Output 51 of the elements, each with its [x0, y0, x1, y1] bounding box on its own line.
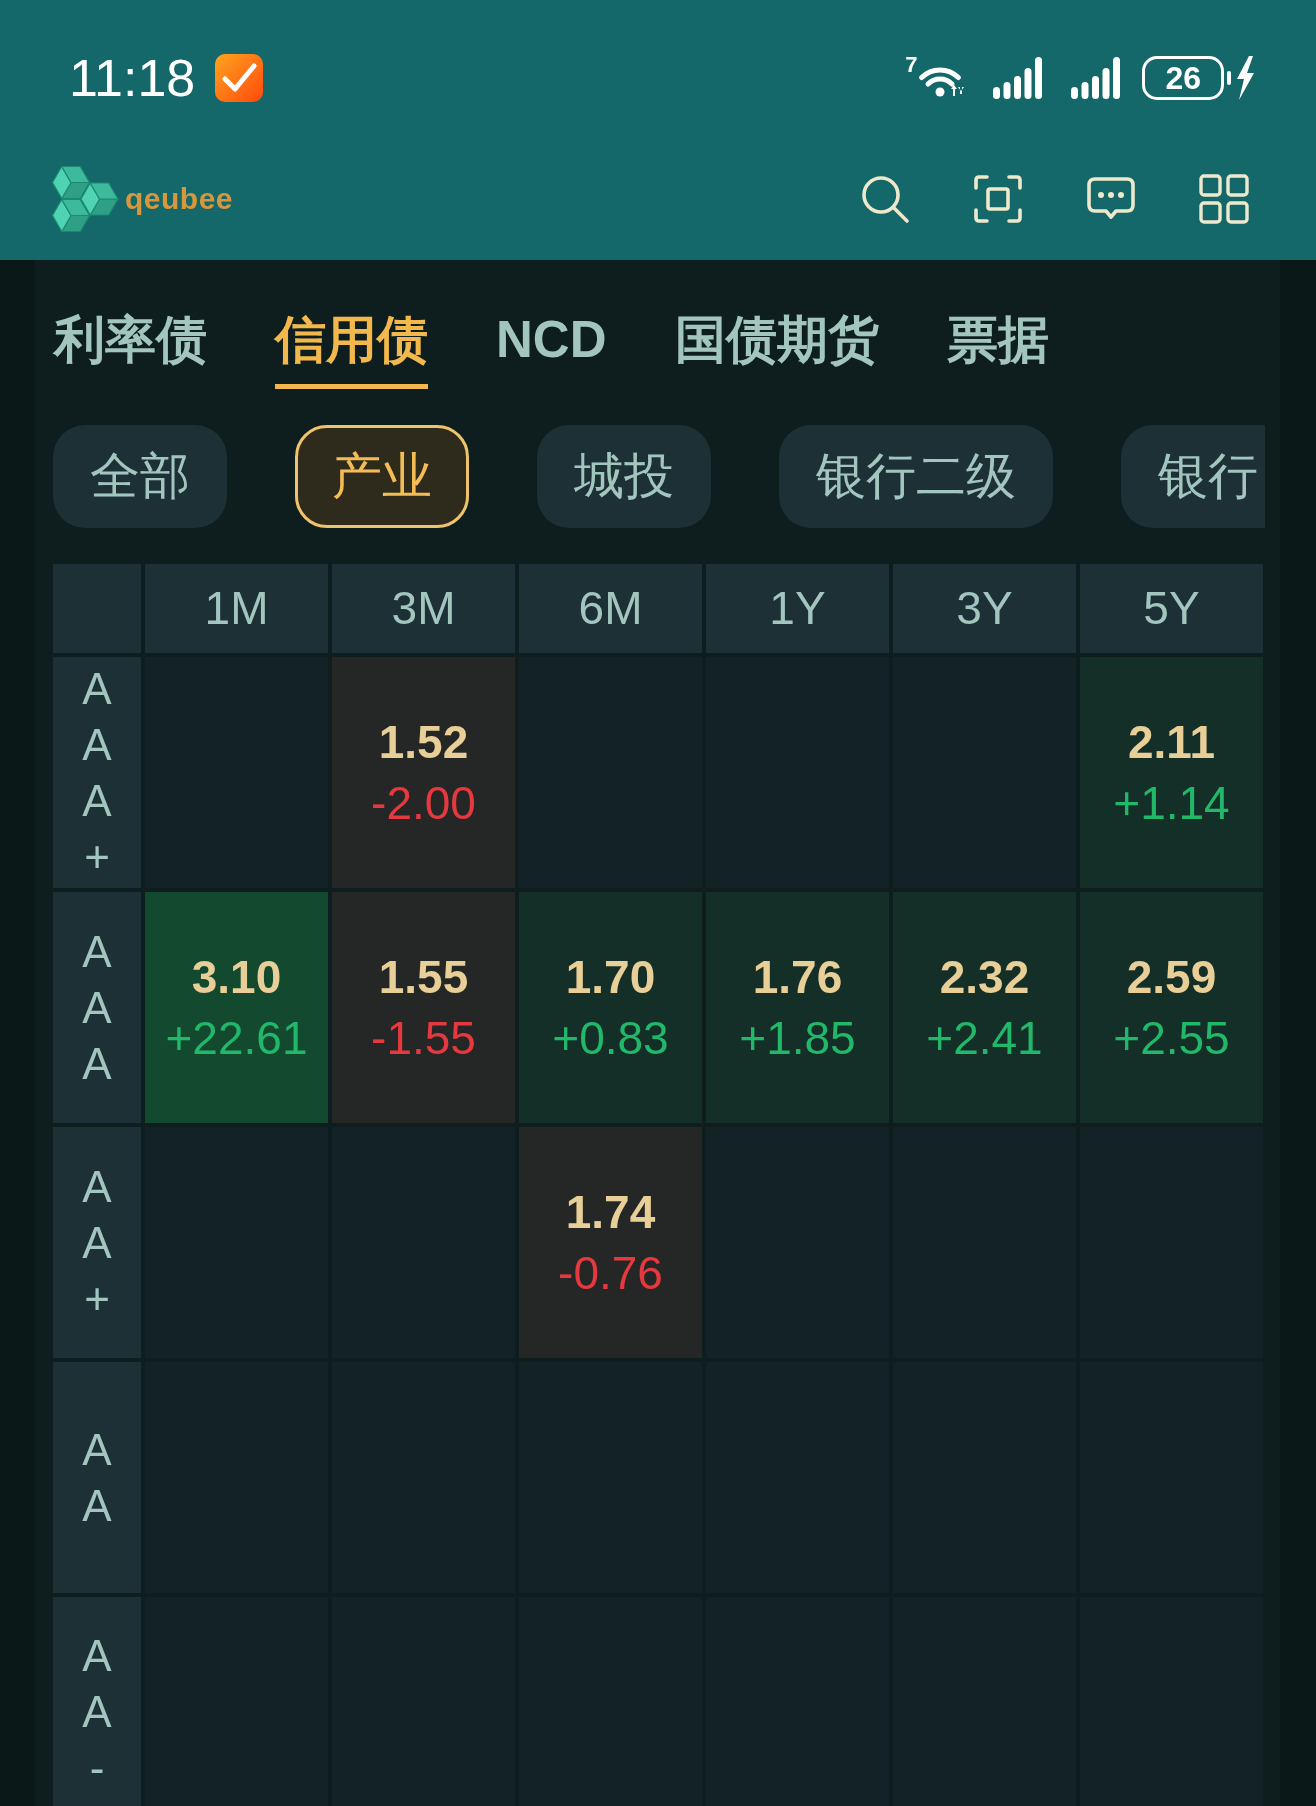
- column-header: 6M: [519, 564, 702, 653]
- search-icon[interactable]: [860, 174, 910, 224]
- category-tab[interactable]: 国债期货: [674, 311, 879, 389]
- column-header: 1M: [145, 564, 328, 653]
- column-header: 5Y: [1080, 564, 1263, 653]
- change-value: +1.14: [1113, 776, 1230, 831]
- category-tab[interactable]: 利率债: [54, 311, 207, 389]
- category-tab[interactable]: NCD: [496, 311, 607, 389]
- yield-value: 1.55: [378, 950, 469, 1005]
- battery-indicator: 26: [1142, 56, 1224, 100]
- row-header: AA+: [53, 1127, 141, 1358]
- filter-chip[interactable]: 城投: [537, 425, 711, 528]
- filter-chip[interactable]: 产业: [295, 425, 469, 528]
- yield-value: 3.10: [191, 950, 282, 1005]
- change-value: +1.85: [739, 1011, 856, 1066]
- column-header: 3M: [332, 564, 515, 653]
- row-header: AA-: [53, 1597, 141, 1806]
- yield-value: 1.74: [565, 1185, 656, 1240]
- change-value: +2.41: [926, 1011, 1043, 1066]
- charging-icon: [1227, 55, 1255, 101]
- yield-value: 1.52: [378, 715, 469, 770]
- status-time: 11:18: [69, 48, 196, 108]
- row-header: AA: [53, 1362, 141, 1593]
- signal-icon: [992, 57, 1045, 99]
- checkmark-app-icon: [215, 54, 264, 102]
- change-value: -0.76: [558, 1246, 663, 1301]
- filter-chip[interactable]: 银行二级: [779, 425, 1053, 528]
- category-tab[interactable]: 票据: [946, 311, 1049, 389]
- change-value: +2.55: [1113, 1011, 1230, 1066]
- yield-value: 2.32: [939, 950, 1030, 1005]
- yield-value: 2.59: [1126, 950, 1217, 1005]
- signal-icon: [1070, 57, 1123, 99]
- category-tab[interactable]: 信用债: [275, 311, 428, 389]
- logo-wordmark: qeubee: [125, 182, 234, 216]
- column-header: 1Y: [706, 564, 889, 653]
- row-header: AAA: [53, 892, 141, 1123]
- change-value: -1.55: [371, 1011, 476, 1066]
- scan-icon[interactable]: [973, 174, 1023, 224]
- change-value: +0.83: [552, 1011, 669, 1066]
- row-header: AAA+: [53, 657, 141, 888]
- grid-menu-icon[interactable]: [1199, 174, 1249, 224]
- yield-value: 1.76: [752, 950, 843, 1005]
- column-header: 3Y: [893, 564, 1076, 653]
- change-value: +22.61: [165, 1011, 308, 1066]
- yield-value: 2.11: [1128, 715, 1215, 770]
- yield-value: 1.70: [565, 950, 656, 1005]
- cube-logo-icon: [52, 166, 119, 232]
- change-value: -2.00: [371, 776, 476, 831]
- filter-chip[interactable]: 银行: [1121, 425, 1265, 528]
- filter-chip[interactable]: 全部: [53, 425, 227, 528]
- wifi-standard-label: 7: [905, 54, 918, 76]
